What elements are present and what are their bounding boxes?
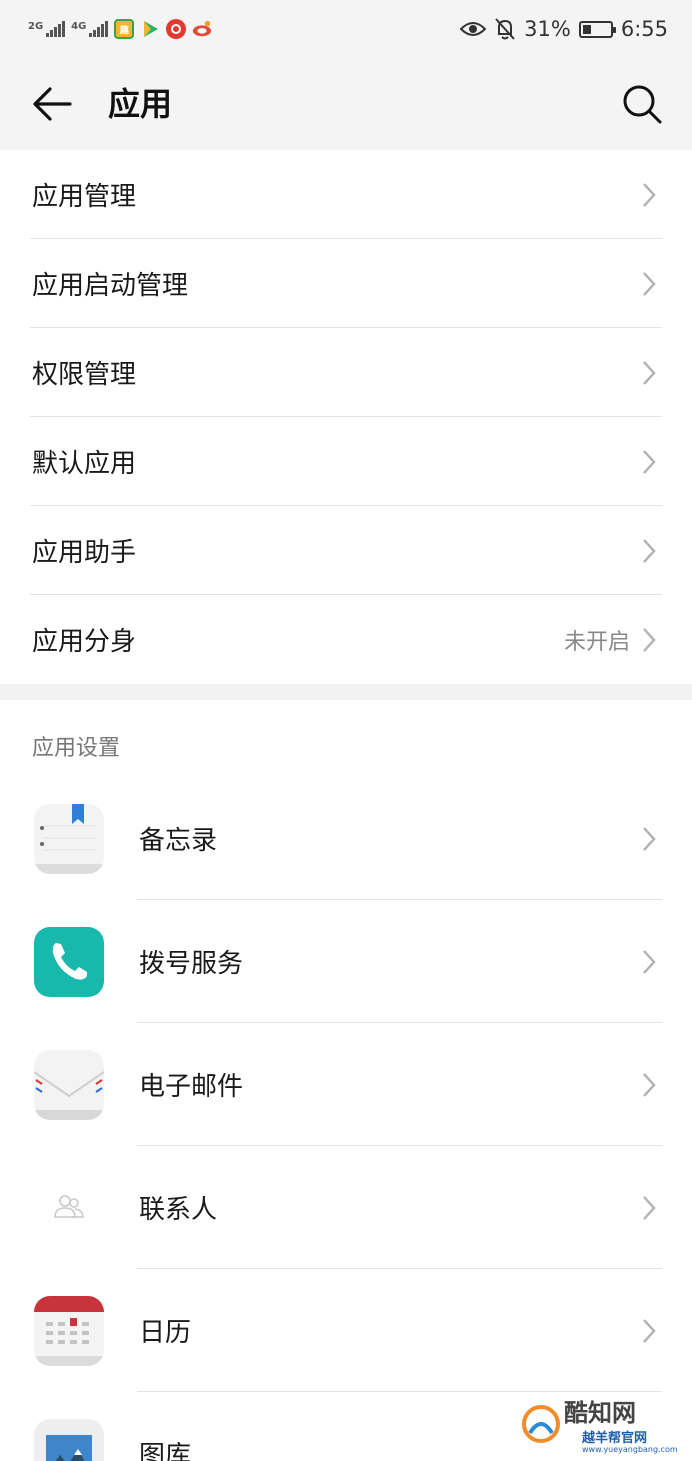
app-item-label: 备忘录	[139, 826, 218, 856]
menu-item-app-assistant[interactable]: 应用助手	[0, 506, 692, 595]
title-bar: 应用	[0, 58, 692, 150]
watermark-logo-icon	[522, 1405, 560, 1443]
watermark-subtext: 越羊帮官网	[582, 1431, 648, 1446]
status-left: 2G 4G 趣	[28, 19, 212, 39]
menu-item-label: 默认应用	[32, 449, 137, 479]
menu-item-label: 权限管理	[32, 360, 137, 390]
chevron-right-icon	[643, 182, 656, 207]
phone-icon	[34, 926, 104, 997]
chevron-right-icon	[643, 1318, 656, 1343]
video-app-icon	[140, 19, 160, 39]
menu-item-startup-management[interactable]: 应用启动管理	[0, 239, 692, 328]
app-item-email[interactable]: 电子邮件	[0, 1023, 692, 1146]
app-settings-list: 备忘录 拨号服务 电子邮件 联系人 日历 图库	[0, 777, 692, 1461]
app-menu-list: 应用管理 应用启动管理 权限管理 默认应用 应用助手 应用分身 未开启	[0, 150, 692, 684]
back-button[interactable]	[28, 82, 76, 126]
chevron-right-icon	[643, 360, 656, 385]
search-button[interactable]	[618, 80, 666, 128]
chevron-right-icon	[643, 1072, 656, 1097]
menu-item-label: 应用分身	[32, 627, 137, 657]
sim2-signal-icon: 4G	[71, 21, 109, 37]
menu-item-default-apps[interactable]: 默认应用	[0, 417, 692, 506]
chevron-right-icon	[643, 449, 656, 474]
app-item-label: 拨号服务	[139, 949, 244, 979]
clock: 6:55	[620, 17, 668, 41]
notepad-icon	[34, 803, 104, 874]
app-item-calendar[interactable]: 日历	[0, 1269, 692, 1392]
menu-item-label: 应用启动管理	[32, 271, 189, 301]
section-header-app-settings: 应用设置	[32, 736, 121, 761]
gallery-icon	[34, 1418, 104, 1461]
back-arrow-icon	[33, 87, 72, 121]
app-item-label: 图库	[139, 1441, 192, 1461]
sina-app-icon	[192, 19, 212, 39]
calendar-icon	[34, 1295, 104, 1366]
sim1-label: 2G	[28, 21, 44, 32]
menu-item-permission-management[interactable]: 权限管理	[0, 328, 692, 417]
app-item-dialer[interactable]: 拨号服务	[0, 900, 692, 1023]
search-icon	[623, 85, 662, 124]
chevron-right-icon	[643, 1195, 656, 1220]
watermark: 酷知网 越羊帮官网 www.yueyangbang.com	[518, 1389, 688, 1459]
app-item-label: 联系人	[139, 1195, 218, 1225]
menu-item-label: 应用管理	[32, 182, 137, 212]
mail-icon	[34, 1049, 104, 1120]
app-item-contacts[interactable]: 联系人	[0, 1146, 692, 1269]
battery-percent: 31%	[524, 17, 571, 41]
chevron-right-icon	[643, 271, 656, 296]
contacts-icon	[34, 1173, 104, 1243]
menu-item-app-management[interactable]: 应用管理	[0, 150, 692, 239]
battery-icon	[578, 20, 616, 38]
chevron-right-icon	[643, 627, 656, 652]
watermark-text: 酷知网	[564, 1399, 636, 1427]
chevron-right-icon	[643, 949, 656, 974]
app-item-notepad[interactable]: 备忘录	[0, 777, 692, 900]
eye-comfort-icon	[460, 22, 487, 36]
menu-item-label: 应用助手	[32, 538, 137, 568]
menu-item-app-twin[interactable]: 应用分身 未开启	[0, 595, 692, 684]
status-right: 31% 6:55	[460, 17, 668, 41]
sim2-label: 4G	[71, 21, 87, 32]
app-twin-status: 未开启	[563, 629, 630, 655]
watermark-url: www.yueyangbang.com	[582, 1445, 678, 1454]
music-app-icon	[166, 19, 187, 39]
app-item-label: 电子邮件	[139, 1072, 244, 1102]
chevron-right-icon	[643, 826, 656, 851]
reader-app-icon: 趣	[114, 19, 135, 39]
app-item-label: 日历	[139, 1318, 192, 1348]
sim1-signal-icon: 2G	[28, 21, 66, 37]
chevron-right-icon	[643, 538, 656, 563]
status-bar: 2G 4G 趣 31% 6:55	[0, 0, 692, 58]
mute-bell-icon	[495, 18, 515, 40]
page-title: 应用	[108, 85, 173, 123]
section-separator	[0, 684, 692, 700]
